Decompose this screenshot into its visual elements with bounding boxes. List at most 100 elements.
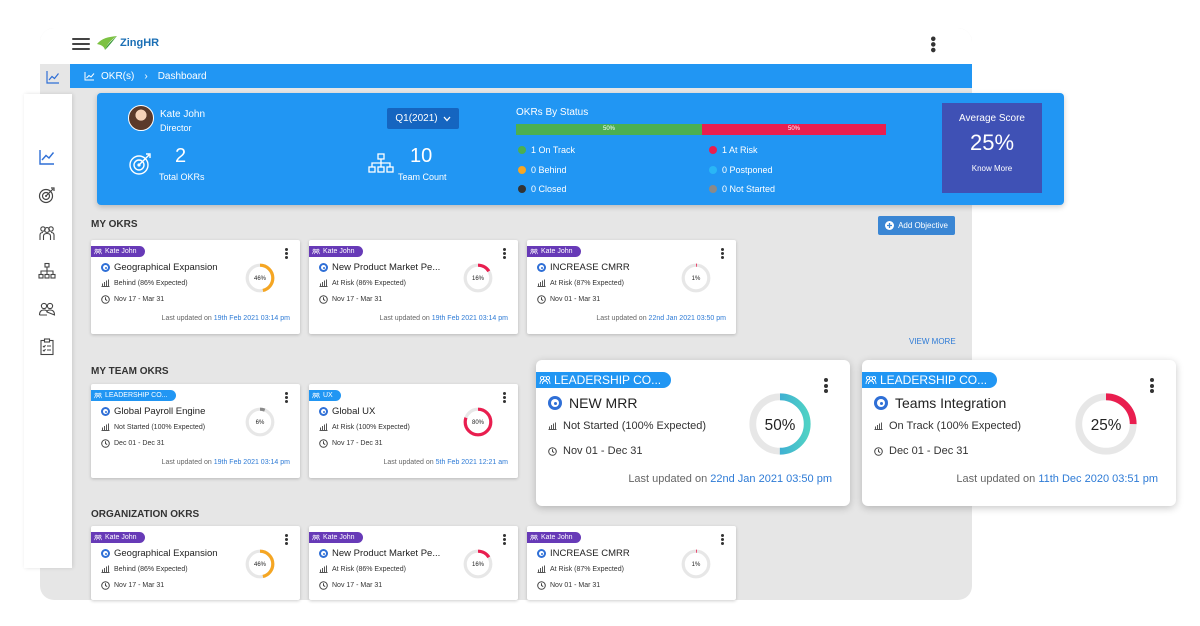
- more-vertical-icon[interactable]: [503, 248, 506, 259]
- okr-title[interactable]: INCREASE CMRR: [550, 262, 630, 273]
- progress-label: 6%: [256, 420, 265, 426]
- okr-dates: Nov 17 - Mar 31: [114, 582, 165, 589]
- okr-status: Not Started (100% Expected): [563, 420, 707, 432]
- okr-dates: Nov 17 - Mar 31: [332, 582, 383, 589]
- target-icon[interactable]: [38, 186, 56, 204]
- group-icon[interactable]: [38, 300, 56, 318]
- progress-label: 1%: [692, 276, 701, 282]
- okr-title[interactable]: Geographical Expansion: [114, 548, 218, 559]
- okr-last-updated: Last updated on 22nd Jan 2021 03:50 pm: [628, 473, 832, 485]
- legend-label: 0 Behind: [531, 165, 567, 175]
- okr-title[interactable]: NEW MRR: [569, 395, 637, 411]
- okr-title[interactable]: Global UX: [332, 406, 375, 417]
- okr-card-team2[interactable]: UX Global UX At Risk (100% Expected) Nov…: [309, 384, 518, 478]
- team-icon[interactable]: [38, 224, 56, 242]
- progress-ring: 16%: [463, 263, 493, 293]
- calendar-clock-icon: [537, 295, 546, 304]
- okr-card-org1[interactable]: Kate John Geographical Expansion Behind …: [91, 526, 300, 600]
- okr-date-row: Nov 17 - Dec 31: [319, 439, 383, 448]
- okr-title[interactable]: INCREASE CMRR: [550, 548, 630, 559]
- okr-status-row: At Risk (100% Expected): [319, 423, 410, 431]
- owner-tag: Kate John: [91, 246, 145, 257]
- okr-last-updated: Last updated on 11th Dec 2020 03:51 pm: [956, 473, 1158, 485]
- okr-title-row: NEW MRR: [548, 395, 637, 411]
- status-dot: [709, 166, 717, 174]
- hierarchy-icon[interactable]: [38, 262, 56, 280]
- okr-card-org2[interactable]: Kate John New Product Market Pe... At Ri…: [309, 526, 518, 600]
- logo-text: ZingHR: [120, 37, 160, 49]
- team-icon: [312, 392, 320, 399]
- okr-title[interactable]: Global Payroll Engine: [114, 406, 205, 417]
- updated-prefix: Last updated on: [161, 459, 212, 466]
- okr-dates: Nov 17 - Mar 31: [114, 296, 165, 303]
- more-vertical-icon[interactable]: [824, 378, 828, 393]
- team-icon: [530, 248, 538, 255]
- okr-date-row: Nov 17 - Mar 31: [319, 581, 382, 590]
- bar-chart-icon: [101, 279, 110, 287]
- more-vertical-icon[interactable]: •••: [924, 36, 941, 53]
- target-icon: [537, 263, 546, 272]
- okr-date-row: Nov 01 - Mar 31: [537, 581, 600, 590]
- updated-prefix: Last updated on: [596, 315, 647, 322]
- okr-title-row: Global UX: [319, 406, 375, 417]
- quarter-select[interactable]: Q1(2021): [387, 108, 459, 129]
- more-vertical-icon[interactable]: [721, 534, 724, 545]
- view-more-link[interactable]: VIEW MORE: [909, 337, 956, 346]
- okr-card-my1[interactable]: Kate John Geographical Expansion Behind …: [91, 240, 300, 334]
- chart-icon[interactable]: [46, 70, 60, 84]
- sidebar: [24, 94, 72, 568]
- okr-card-big2[interactable]: LEADERSHIP CO... Teams Integration On Tr…: [862, 360, 1176, 506]
- status-dot: [518, 166, 526, 174]
- owner-tag: Kate John: [527, 246, 581, 257]
- okr-date-row: Nov 17 - Mar 31: [319, 295, 382, 304]
- progress-ring: 46%: [245, 263, 275, 293]
- okr-last-updated: Last updated on 22nd Jan 2021 03:50 pm: [596, 315, 726, 322]
- owner-tag-label: LEADERSHIP CO...: [105, 392, 168, 399]
- more-vertical-icon[interactable]: [1150, 378, 1154, 393]
- okr-title[interactable]: Geographical Expansion: [114, 262, 218, 273]
- okr-card-big1[interactable]: LEADERSHIP CO... NEW MRR Not Started (10…: [536, 360, 850, 506]
- hierarchy-icon: [368, 153, 394, 173]
- checklist-icon[interactable]: [38, 338, 56, 356]
- more-vertical-icon[interactable]: [721, 248, 724, 259]
- okr-title-row: New Product Market Pe...: [319, 548, 440, 559]
- updated-prefix: Last updated on: [379, 315, 430, 322]
- progress-ring: 16%: [463, 549, 493, 579]
- progress-label: 46%: [254, 276, 267, 282]
- okr-title[interactable]: New Product Market Pe...: [332, 548, 440, 559]
- okr-dates: Nov 01 - Mar 31: [550, 582, 601, 589]
- owner-tag: Kate John: [527, 532, 581, 543]
- okr-card-my3[interactable]: Kate John INCREASE CMRR At Risk (87% Exp…: [527, 240, 736, 334]
- more-vertical-icon[interactable]: [503, 392, 506, 403]
- okr-card-org3[interactable]: Kate John INCREASE CMRR At Risk (87% Exp…: [527, 526, 736, 600]
- more-vertical-icon[interactable]: [285, 534, 288, 545]
- calendar-clock-icon: [101, 581, 110, 590]
- bar-chart-icon: [874, 422, 883, 430]
- okr-dates: Nov 17 - Mar 31: [332, 296, 383, 303]
- okr-title-row: INCREASE CMRR: [537, 262, 630, 273]
- chevron-down-icon: [443, 116, 451, 121]
- progress-ring: 25%: [1075, 393, 1137, 455]
- bar-chart-icon: [537, 565, 546, 573]
- more-vertical-icon[interactable]: [503, 534, 506, 545]
- menu-icon[interactable]: [72, 38, 90, 50]
- okr-status-row: At Risk (87% Expected): [537, 565, 624, 573]
- status-dot: [709, 185, 717, 193]
- okr-status: At Risk (86% Expected): [332, 279, 406, 287]
- okr-card-team1[interactable]: LEADERSHIP CO... Global Payroll Engine N…: [91, 384, 300, 478]
- sidebar-item-dashboard[interactable]: [38, 148, 56, 166]
- more-vertical-icon[interactable]: [285, 392, 288, 403]
- okr-last-updated: Last updated on 19th Feb 2021 03:14 pm: [162, 459, 290, 466]
- app-logo[interactable]: ZingHR: [96, 34, 159, 52]
- add-objective-button[interactable]: Add Objective: [878, 216, 955, 235]
- okr-card-my2[interactable]: Kate John New Product Market Pe... At Ri…: [309, 240, 518, 334]
- okr-title[interactable]: Teams Integration: [895, 395, 1006, 411]
- okr-last-updated: Last updated on 19th Feb 2021 03:14 pm: [162, 315, 290, 322]
- know-more-link[interactable]: Know More: [942, 164, 1042, 173]
- more-vertical-icon[interactable]: [285, 248, 288, 259]
- owner-tag-label: Kate John: [105, 248, 137, 255]
- bar-chart-icon: [548, 422, 557, 430]
- breadcrumb-root[interactable]: OKR(s): [101, 71, 134, 82]
- okr-title[interactable]: New Product Market Pe...: [332, 262, 440, 273]
- progress-label: 16%: [472, 562, 485, 568]
